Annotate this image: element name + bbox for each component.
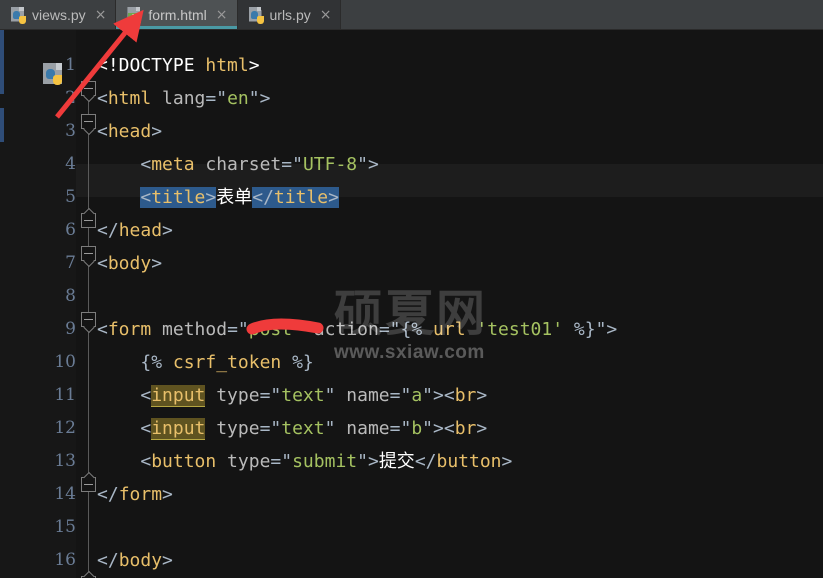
tab-label: urls.py bbox=[269, 6, 311, 23]
vcs-change-marker bbox=[0, 108, 4, 142]
line-number: 3 bbox=[65, 121, 76, 141]
code-line-11[interactable]: <input type="text" name="a"><br> bbox=[97, 379, 487, 412]
code-line-10[interactable]: {% csrf_token %} bbox=[97, 346, 313, 379]
editor-tab-bar: views.py × H form.html × urls.py × bbox=[0, 0, 823, 30]
code-line-14[interactable]: </form> bbox=[97, 478, 173, 511]
code-line-13[interactable]: <button type="submit">提交</button> bbox=[97, 445, 512, 478]
code-line-9[interactable]: <form method="post" action="{% url 'test… bbox=[97, 313, 617, 346]
line-number: 10 bbox=[54, 352, 76, 372]
line-number: 15 bbox=[54, 517, 76, 537]
code-line-3[interactable]: <head> bbox=[97, 115, 162, 148]
code-line-12[interactable]: <input type="text" name="b"><br> bbox=[97, 412, 487, 445]
python-file-icon bbox=[10, 6, 26, 24]
fold-toggle-body[interactable] bbox=[81, 246, 96, 261]
code-folding-rail[interactable] bbox=[81, 30, 96, 578]
line-number: 2 bbox=[65, 88, 76, 108]
line-number: 7 bbox=[65, 253, 76, 273]
code-editor[interactable]: 1 2 3 4 5 6 7 8 9 10 11 12 13 14 15 16 1… bbox=[0, 30, 823, 578]
close-icon[interactable]: × bbox=[95, 8, 107, 22]
close-icon[interactable]: × bbox=[216, 8, 228, 22]
line-number: 1 bbox=[65, 55, 76, 75]
html-badge-label: H bbox=[128, 12, 142, 23]
tab-urls-py[interactable]: urls.py × bbox=[237, 0, 342, 29]
code-line-4[interactable]: <meta charset="UTF-8"> bbox=[97, 148, 378, 181]
line-number: 8 bbox=[65, 286, 76, 306]
tab-label: views.py bbox=[32, 6, 86, 23]
python-file-icon bbox=[248, 6, 264, 24]
vcs-change-marker bbox=[0, 30, 4, 94]
code-line-6[interactable]: </head> bbox=[97, 214, 173, 247]
editor-gutter[interactable]: 1 2 3 4 5 6 7 8 9 10 11 12 13 14 15 16 1… bbox=[0, 30, 76, 578]
fold-toggle-head-end[interactable] bbox=[81, 213, 96, 228]
line-number: 5 bbox=[65, 187, 76, 207]
fold-toggle-form-end[interactable] bbox=[81, 477, 96, 492]
line-number: 14 bbox=[54, 484, 76, 504]
fold-toggle-html[interactable] bbox=[81, 81, 96, 96]
code-line-2[interactable]: <html lang="en"> bbox=[97, 82, 270, 115]
line-number: 6 bbox=[65, 220, 76, 240]
fold-toggle-head[interactable] bbox=[81, 114, 96, 129]
tab-label: form.html bbox=[148, 6, 207, 23]
code-line-16[interactable]: </body> bbox=[97, 544, 173, 577]
tab-form-html[interactable]: H form.html × bbox=[116, 0, 238, 29]
line-number: 16 bbox=[54, 550, 76, 570]
html-file-icon: H bbox=[126, 6, 142, 23]
close-icon[interactable]: × bbox=[320, 8, 332, 22]
line-number: 11 bbox=[54, 385, 76, 405]
fold-toggle-form[interactable] bbox=[81, 312, 96, 327]
line-number: 4 bbox=[65, 154, 76, 174]
code-line-5[interactable]: <title>表单</title> bbox=[97, 181, 339, 214]
line-number: 12 bbox=[54, 418, 76, 438]
code-line-1[interactable]: <!DOCTYPE html> bbox=[97, 49, 260, 82]
code-line-7[interactable]: <body> bbox=[97, 247, 162, 280]
line-number: 9 bbox=[65, 319, 76, 339]
line-number: 13 bbox=[54, 451, 76, 471]
tab-views-py[interactable]: views.py × bbox=[0, 0, 117, 29]
